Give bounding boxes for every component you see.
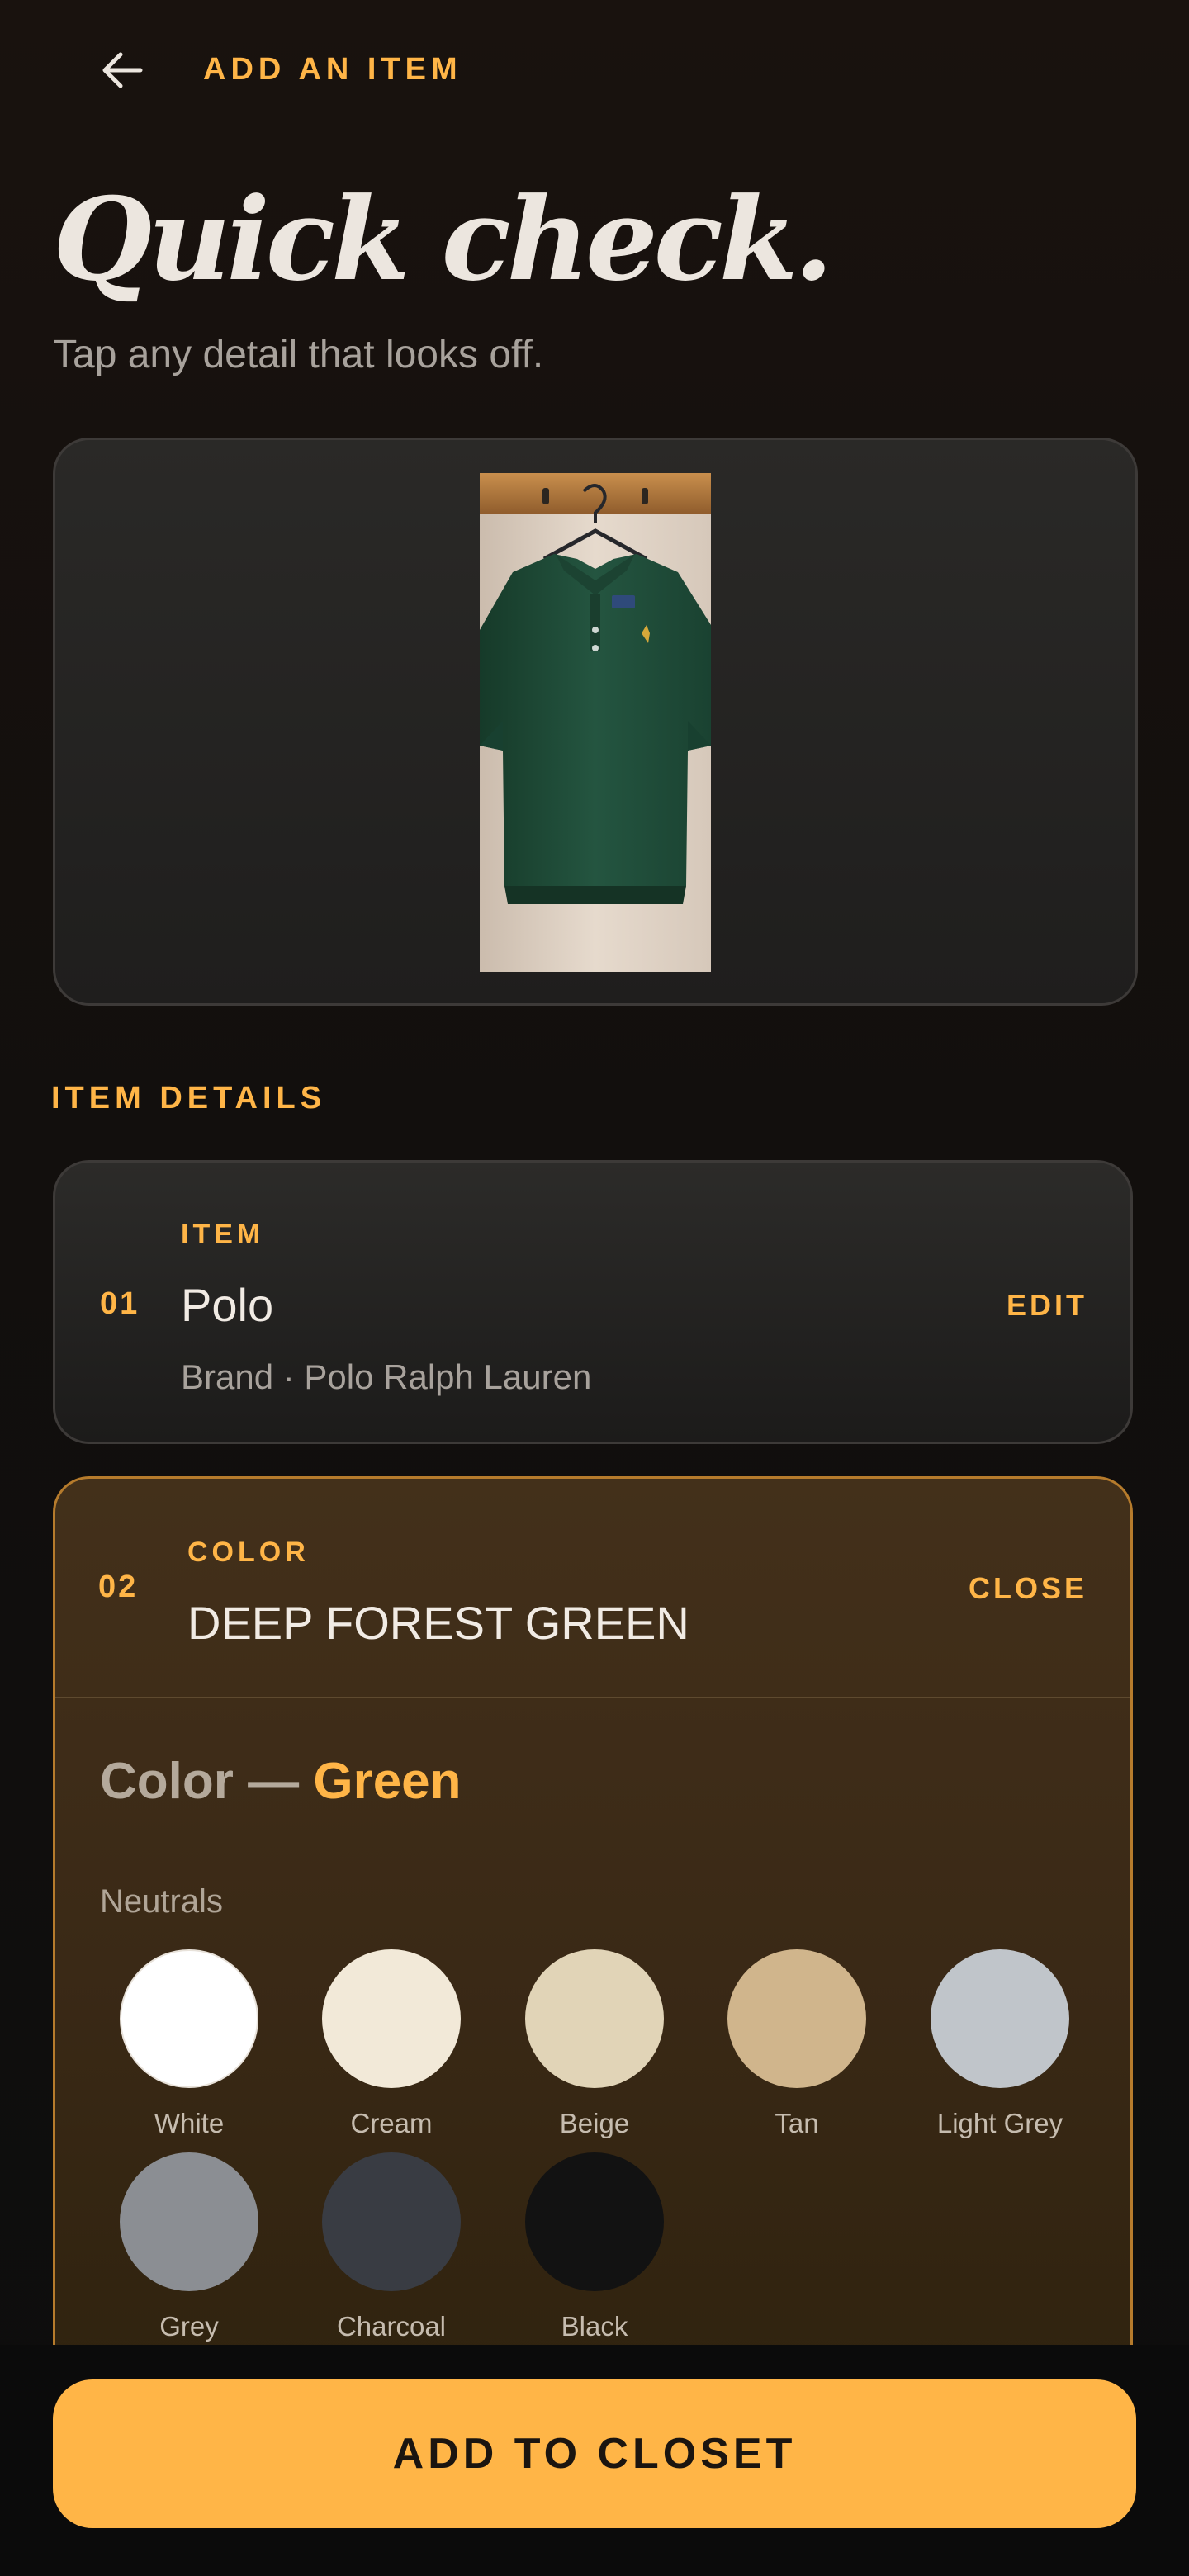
swatch-beige[interactable]: Beige [512,1949,677,2138]
edit-button[interactable]: EDIT [1007,1288,1087,1323]
swatch-charcoal[interactable]: Charcoal [309,2152,474,2342]
item-field-value: Polo [181,1279,274,1331]
swatch-dot [931,1949,1069,2088]
swatch-dot [727,1949,866,2088]
color-number: 02 [98,1570,139,1604]
swatch-label: Cream [350,2108,433,2138]
item-detail-card[interactable]: 01 ITEM Polo Brand · Polo Ralph Lauren E… [53,1160,1133,1444]
swatch-group-label: Neutrals [100,1883,223,1920]
section-label-item-details: ITEM DETAILS [51,1081,327,1115]
item-number: 01 [100,1286,140,1321]
divider [55,1697,1130,1698]
top-bar: ADD AN ITEM [0,0,1189,140]
item-photo-card[interactable] [53,438,1138,1006]
swatch-label: Tan [775,2108,819,2138]
swatch-label: Grey [159,2311,219,2342]
arrow-left-icon [102,52,143,88]
swatch-black[interactable]: Black [512,2152,677,2342]
color-field-label: COLOR [187,1537,310,1568]
swatch-dot [322,1949,461,2088]
headline: Quick check. [53,172,833,306]
close-button[interactable]: CLOSE [969,1571,1087,1606]
swatch-dot [322,2152,461,2291]
color-picker-title: Color — Green [100,1751,462,1812]
swatch-tan[interactable]: Tan [714,1949,879,2138]
picker-title-accent: Green [313,1753,462,1810]
add-to-closet-button[interactable]: ADD TO CLOSET [53,2379,1136,2528]
subhead: Tap any detail that looks off. [53,333,544,376]
swatch-label: Charcoal [336,2311,447,2342]
swatch-label: Beige [559,2108,630,2138]
picker-title-prefix: Color — [100,1753,300,1810]
garment-photo [480,473,711,972]
swatch-label: Light Grey [936,2108,1063,2138]
back-button[interactable] [89,41,155,99]
swatch-label: Black [561,2311,628,2342]
color-field-value: DEEP FOREST GREEN [187,1597,689,1649]
swatch-dot [525,2152,664,2291]
swatch-label: White [154,2108,225,2138]
page-title: ADD AN ITEM [203,52,462,87]
swatch-cream[interactable]: Cream [309,1949,474,2138]
item-field-label: ITEM [181,1219,265,1250]
swatch-grey[interactable]: Grey [107,2152,272,2342]
color-detail-card: 02 COLOR DEEP FOREST GREEN CLOSE Color —… [53,1476,1133,2368]
item-brand-text: Brand · Polo Ralph Lauren [181,1357,592,1396]
swatch-light-grey[interactable]: Light Grey [917,1949,1082,2138]
swatch-white[interactable]: White [107,1949,272,2138]
swatch-dot [525,1949,664,2088]
swatch-dot [120,1949,258,2088]
swatch-dot [120,2152,258,2291]
